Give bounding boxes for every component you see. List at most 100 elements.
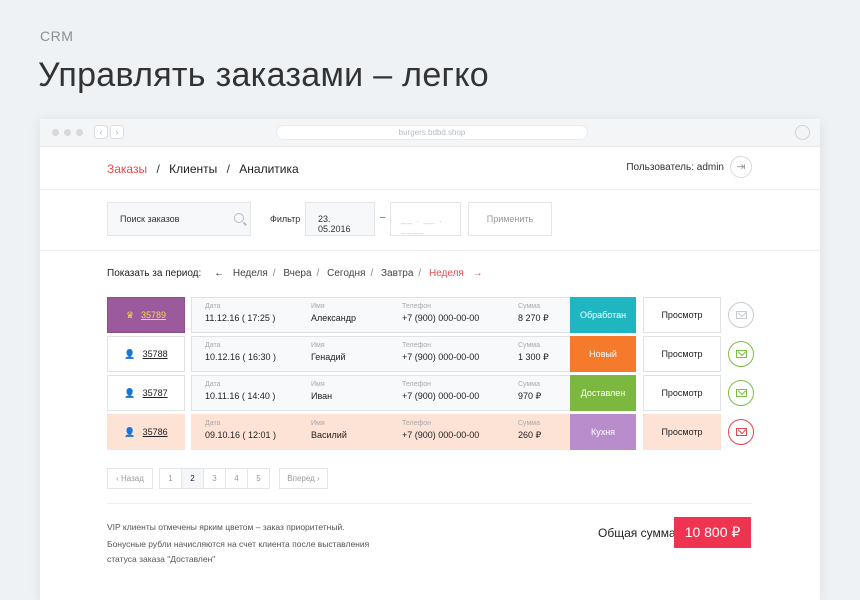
mail-icon — [736, 350, 747, 358]
period-option[interactable]: Вчера — [283, 268, 311, 279]
user-icon: 👤 — [124, 427, 136, 437]
sum-field: Сумма 8 270 ₽ — [518, 303, 549, 324]
phone-value: +7 (900) 000-00-00 — [402, 313, 480, 323]
sum-value: 970 ₽ — [518, 391, 542, 401]
phone-field: Телефон +7 (900) 000-00-00 — [402, 381, 479, 401]
app-nav: Заказы / Клиенты / Аналитика Пользовател… — [40, 147, 820, 190]
next-page-button[interactable]: Вперед › — [279, 468, 328, 489]
apply-button[interactable]: Применить — [468, 202, 552, 236]
status-badge: Обработан — [570, 297, 636, 333]
phone-field: Телефон +7 (900) 000-00-00 — [402, 303, 479, 323]
logout-icon[interactable]: ⇥ — [730, 156, 752, 178]
search-icon — [234, 213, 244, 223]
order-id-link[interactable]: 35786 — [143, 427, 168, 437]
page-button[interactable]: 5 — [247, 468, 270, 489]
nav-item-clients[interactable]: Клиенты — [169, 162, 217, 176]
nav-separator: / — [156, 162, 160, 176]
mail-button[interactable] — [728, 302, 754, 328]
vip-note: VIP клиенты отмечены ярким цветом – зака… — [107, 522, 345, 532]
phone-value: +7 (900) 000-00-00 — [402, 391, 480, 401]
date-value: 10.12.16 ( 16:30 ) — [205, 352, 277, 362]
profile-icon[interactable] — [795, 125, 810, 140]
order-id-cell[interactable]: 👤 35788 — [107, 336, 185, 372]
page-button[interactable]: 4 — [225, 468, 248, 489]
period-option[interactable]: Завтра — [381, 268, 413, 279]
view-button[interactable]: Просмотр — [643, 375, 721, 411]
mail-button[interactable] — [728, 380, 754, 406]
view-button[interactable]: Просмотр — [643, 414, 721, 450]
filter-bar: Поиск заказов Фильтр 23. 05.2016 – __ . … — [40, 190, 820, 251]
status-badge: Кухня — [570, 414, 636, 450]
name-field: Имя Генадий — [311, 342, 346, 362]
sum-key: Сумма — [518, 420, 540, 427]
orders-list: ♛ 35789 Дата 11.12.16 ( 17:25 ) Имя Александр… — [107, 297, 757, 453]
view-button[interactable]: Просмотр — [643, 336, 721, 372]
filter-label: Фильтр — [270, 214, 301, 224]
status-badge: Новый — [570, 336, 636, 372]
period-option[interactable]: Сегодня — [327, 268, 365, 279]
period-option-active[interactable]: Неделя — [429, 268, 464, 279]
view-button[interactable]: Просмотр — [643, 297, 721, 333]
mail-button[interactable] — [728, 419, 754, 445]
period-label: Показать за период: — [107, 268, 202, 279]
phone-value: +7 (900) 000-00-00 — [402, 352, 480, 362]
order-id-cell[interactable]: ♛ 35789 — [107, 297, 185, 333]
mail-button[interactable] — [728, 341, 754, 367]
order-row: 👤 35786 Дата 09.10.16 ( 12:01 ) Имя Василий Те… — [107, 414, 757, 450]
date-value: 10.11.16 ( 14:40 ) — [205, 391, 276, 401]
eyebrow-label: CRM — [40, 28, 74, 44]
order-details: Дата 11.12.16 ( 17:25 ) Имя Александр Телефо… — [191, 297, 571, 333]
date-range-separator: – — [380, 212, 386, 223]
sum-key: Сумма — [518, 303, 540, 310]
sum-key: Сумма — [518, 342, 540, 349]
date-from-field[interactable]: 23. 05.2016 — [305, 202, 375, 236]
nav-item-orders[interactable]: Заказы — [107, 162, 147, 176]
date-field: Дата 09.10.16 ( 12:01 ) — [205, 420, 276, 440]
period-separator: / — [316, 268, 320, 279]
browser-chrome: ‹ › burgers.bdbd.shop — [40, 119, 820, 147]
browser-window: ‹ › burgers.bdbd.shop Заказы / Клиенты /… — [40, 119, 820, 600]
name-key: Имя — [311, 342, 325, 349]
name-key: Имя — [311, 303, 325, 310]
user-icon: 👤 — [124, 349, 136, 359]
page-headline: Управлять заказами – легко — [38, 56, 489, 94]
name-value: Василий — [311, 430, 347, 440]
sum-value: 8 270 ₽ — [518, 313, 549, 323]
date-key: Дата — [205, 342, 221, 349]
date-key: Дата — [205, 381, 221, 388]
search-input[interactable]: Поиск заказов — [107, 202, 251, 236]
footer-notes: VIP клиенты отмечены ярким цветом – зака… — [107, 520, 397, 567]
period-option[interactable]: Неделя — [233, 268, 268, 279]
status-badge: Доставлен — [570, 375, 636, 411]
period-next-icon[interactable]: → — [473, 268, 483, 279]
address-bar[interactable]: burgers.bdbd.shop — [276, 125, 588, 140]
date-to-field[interactable]: __ . __ . ____ — [390, 202, 461, 236]
date-field: Дата 11.12.16 ( 17:25 ) — [205, 303, 275, 323]
user-icon: 👤 — [124, 388, 136, 398]
back-icon[interactable]: ‹ — [94, 125, 108, 139]
page-button[interactable]: 1 — [159, 468, 182, 489]
nav-item-analytics[interactable]: Аналитика — [239, 162, 298, 176]
order-id-cell[interactable]: 👤 35787 — [107, 375, 185, 411]
page-button[interactable]: 3 — [203, 468, 226, 489]
total-label: Общая сумма — [598, 526, 676, 540]
sum-field: Сумма 970 ₽ — [518, 381, 541, 402]
date-field: Дата 10.11.16 ( 14:40 ) — [205, 381, 275, 401]
divider — [107, 503, 752, 504]
phone-value: +7 (900) 000-00-00 — [402, 430, 480, 440]
order-id-link[interactable]: 35788 — [143, 349, 168, 359]
sum-key: Сумма — [518, 381, 540, 388]
prev-page-button[interactable]: ‹ Назад — [107, 468, 153, 489]
date-field: Дата 10.12.16 ( 16:30 ) — [205, 342, 276, 362]
date-key: Дата — [205, 420, 221, 427]
order-id-link[interactable]: 35787 — [143, 388, 168, 398]
order-id-cell[interactable]: 👤 35786 — [107, 414, 185, 450]
order-id-link[interactable]: 35789 — [141, 310, 166, 320]
phone-key: Телефон — [402, 381, 432, 388]
crown-icon: ♛ — [125, 310, 135, 320]
period-separator: / — [418, 268, 422, 279]
sum-field: Сумма 260 ₽ — [518, 420, 541, 441]
page-button-current[interactable]: 2 — [181, 468, 204, 489]
forward-icon[interactable]: › — [110, 125, 124, 139]
period-prev-icon[interactable]: ← — [214, 268, 224, 279]
